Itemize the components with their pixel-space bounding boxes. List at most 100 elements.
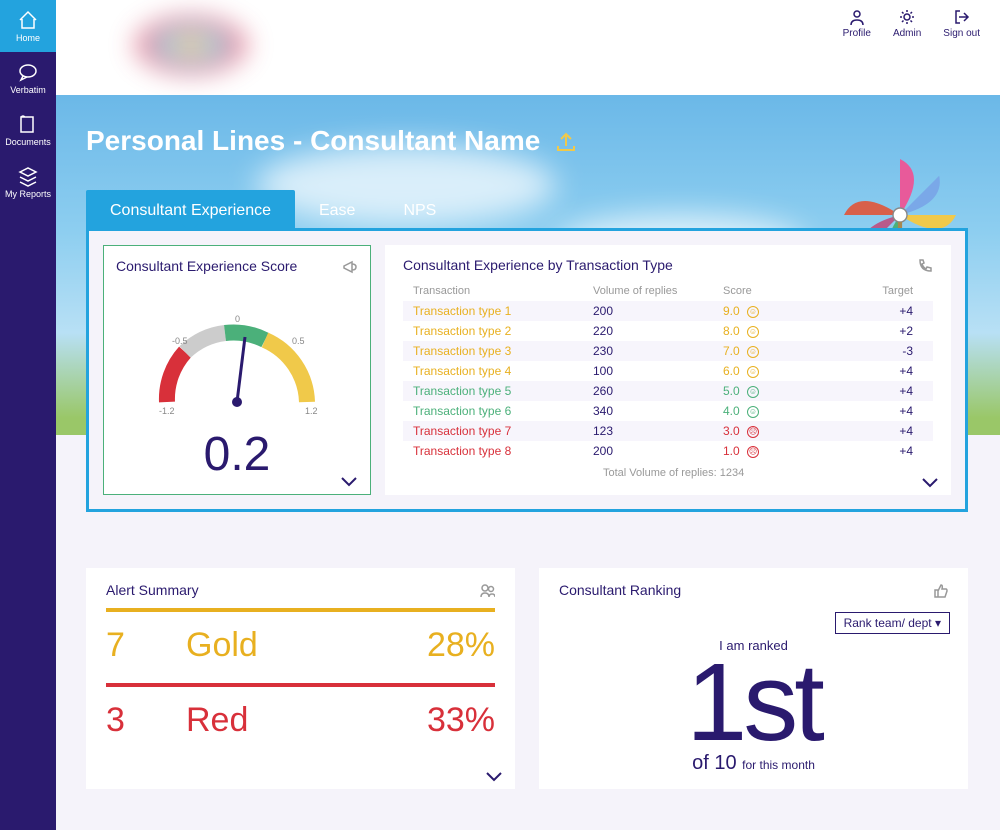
table-row[interactable]: Transaction type 12009.0 ☺+4 — [403, 301, 933, 321]
tx-vol: 260 — [593, 384, 723, 398]
table-row[interactable]: Transaction type 63404.0 ☺+4 — [403, 401, 933, 421]
tab-label: NPS — [403, 202, 436, 219]
chevron-down-icon — [921, 476, 939, 488]
tx-target: +4 — [823, 404, 933, 418]
profile-button[interactable]: Profile — [843, 8, 871, 39]
upload-icon[interactable] — [555, 130, 577, 152]
th-transaction: Transaction — [403, 285, 593, 297]
gauge-chart: -1.2 -0.5 0 0.5 1.2 — [116, 282, 358, 432]
alert-title: Alert Summary — [106, 582, 199, 598]
tx-vol: 230 — [593, 344, 723, 358]
expand-alerts[interactable] — [485, 769, 503, 781]
svg-text:-1.2: -1.2 — [159, 406, 175, 416]
sidebar-item-verbatim[interactable]: Verbatim — [0, 52, 56, 104]
alert-gold-pct: 28% — [427, 626, 495, 665]
tx-score: 1.0 ☹ — [723, 444, 823, 458]
admin-button[interactable]: Admin — [893, 8, 921, 39]
rank-selector[interactable]: Rank team/ dept ▾ — [835, 612, 950, 634]
th-volume: Volume of replies — [593, 285, 723, 297]
chevron-down-icon — [340, 475, 358, 487]
sidebar-item-label: Documents — [5, 137, 51, 147]
rank-value: 1st — [559, 653, 948, 752]
megaphone-icon[interactable] — [342, 258, 358, 274]
tx-score: 7.0 ☺ — [723, 344, 823, 358]
page-title-text: Personal Lines - Consultant Name — [86, 125, 540, 157]
svg-text:0.5: 0.5 — [292, 336, 305, 346]
tx-table: Transaction Volume of replies Score Targ… — [403, 281, 933, 479]
table-row[interactable]: Transaction type 32307.0 ☺-3 — [403, 341, 933, 361]
sidebar: Home Verbatim Documents My Reports — [0, 0, 56, 830]
tx-target: +4 — [823, 304, 933, 318]
tx-name: Transaction type 8 — [403, 444, 593, 458]
table-row[interactable]: Transaction type 22208.0 ☺+2 — [403, 321, 933, 341]
caret-down-icon: ▾ — [935, 616, 941, 630]
tab-nps[interactable]: NPS — [379, 190, 460, 232]
tab-ease[interactable]: Ease — [295, 190, 379, 232]
book-icon — [17, 113, 39, 135]
gauge-title: Consultant Experience Score — [116, 258, 297, 274]
expand-tx[interactable] — [921, 475, 939, 487]
rank-sub: of 10 for this month — [559, 752, 948, 775]
sidebar-item-label: My Reports — [5, 189, 51, 199]
lower-row: Alert Summary 7 Gold 28% 3 Red 33% Consu… — [86, 568, 968, 789]
tx-target: +2 — [823, 324, 933, 338]
tx-target: +4 — [823, 444, 933, 458]
main-panel: Consultant Experience Score -1.2 -0.5 0 … — [86, 228, 968, 512]
sidebar-item-label: Home — [16, 33, 40, 43]
alert-summary-card: Alert Summary 7 Gold 28% 3 Red 33% — [86, 568, 515, 789]
tx-score: 4.0 ☺ — [723, 404, 823, 418]
tx-score: 5.0 ☺ — [723, 384, 823, 398]
tx-score: 9.0 ☺ — [723, 304, 823, 318]
phone-icon[interactable] — [917, 257, 933, 273]
tx-name: Transaction type 6 — [403, 404, 593, 418]
transaction-card: Consultant Experience by Transaction Typ… — [385, 245, 951, 495]
top-action-label: Sign out — [943, 28, 980, 39]
people-icon[interactable] — [479, 582, 495, 598]
tx-score: 3.0 ☹ — [723, 424, 823, 438]
tx-name: Transaction type 3 — [403, 344, 593, 358]
expand-gauge[interactable] — [340, 474, 358, 486]
sidebar-item-home[interactable]: Home — [0, 0, 56, 52]
tx-target: +4 — [823, 384, 933, 398]
alert-gold: 7 Gold 28% — [106, 608, 495, 683]
tx-title: Consultant Experience by Transaction Typ… — [403, 257, 673, 273]
svg-text:0: 0 — [235, 314, 240, 324]
topbar: Profile Admin Sign out — [56, 0, 1000, 95]
top-action-label: Profile — [843, 28, 871, 39]
alert-gold-count: 7 — [106, 626, 186, 665]
table-row[interactable]: Transaction type 52605.0 ☺+4 — [403, 381, 933, 401]
signout-button[interactable]: Sign out — [943, 8, 980, 39]
signout-icon — [953, 8, 971, 26]
tx-vol: 100 — [593, 364, 723, 378]
svg-text:-0.5: -0.5 — [172, 336, 188, 346]
ranking-card: Consultant Ranking Rank team/ dept ▾ I a… — [539, 568, 968, 789]
rank-selector-label: Rank team/ dept — [844, 616, 932, 630]
stack-icon — [17, 165, 39, 187]
alert-red-label: Red — [186, 701, 427, 740]
gear-icon — [898, 8, 916, 26]
tab-label: Consultant Experience — [110, 202, 271, 219]
tx-vol: 200 — [593, 444, 723, 458]
table-row[interactable]: Transaction type 82001.0 ☹+4 — [403, 441, 933, 461]
gauge-card: Consultant Experience Score -1.2 -0.5 0 … — [103, 245, 371, 495]
sidebar-item-documents[interactable]: Documents — [0, 104, 56, 156]
page-title: Personal Lines - Consultant Name — [86, 125, 577, 157]
tab-consultant-experience[interactable]: Consultant Experience — [86, 190, 295, 232]
tx-vol: 200 — [593, 304, 723, 318]
tx-target: +4 — [823, 424, 933, 438]
thumbs-up-icon[interactable] — [932, 582, 948, 598]
table-row[interactable]: Transaction type 71233.0 ☹+4 — [403, 421, 933, 441]
th-score: Score — [723, 285, 823, 297]
home-icon — [17, 9, 39, 31]
alert-gold-label: Gold — [186, 626, 427, 665]
tx-name: Transaction type 4 — [403, 364, 593, 378]
alert-red: 3 Red 33% — [106, 683, 495, 758]
sidebar-item-my-reports[interactable]: My Reports — [0, 156, 56, 208]
th-target: Target — [823, 285, 933, 297]
tx-vol: 123 — [593, 424, 723, 438]
top-action-label: Admin — [893, 28, 921, 39]
table-row[interactable]: Transaction type 41006.0 ☺+4 — [403, 361, 933, 381]
tx-target: +4 — [823, 364, 933, 378]
tx-name: Transaction type 7 — [403, 424, 593, 438]
chat-icon — [17, 61, 39, 83]
